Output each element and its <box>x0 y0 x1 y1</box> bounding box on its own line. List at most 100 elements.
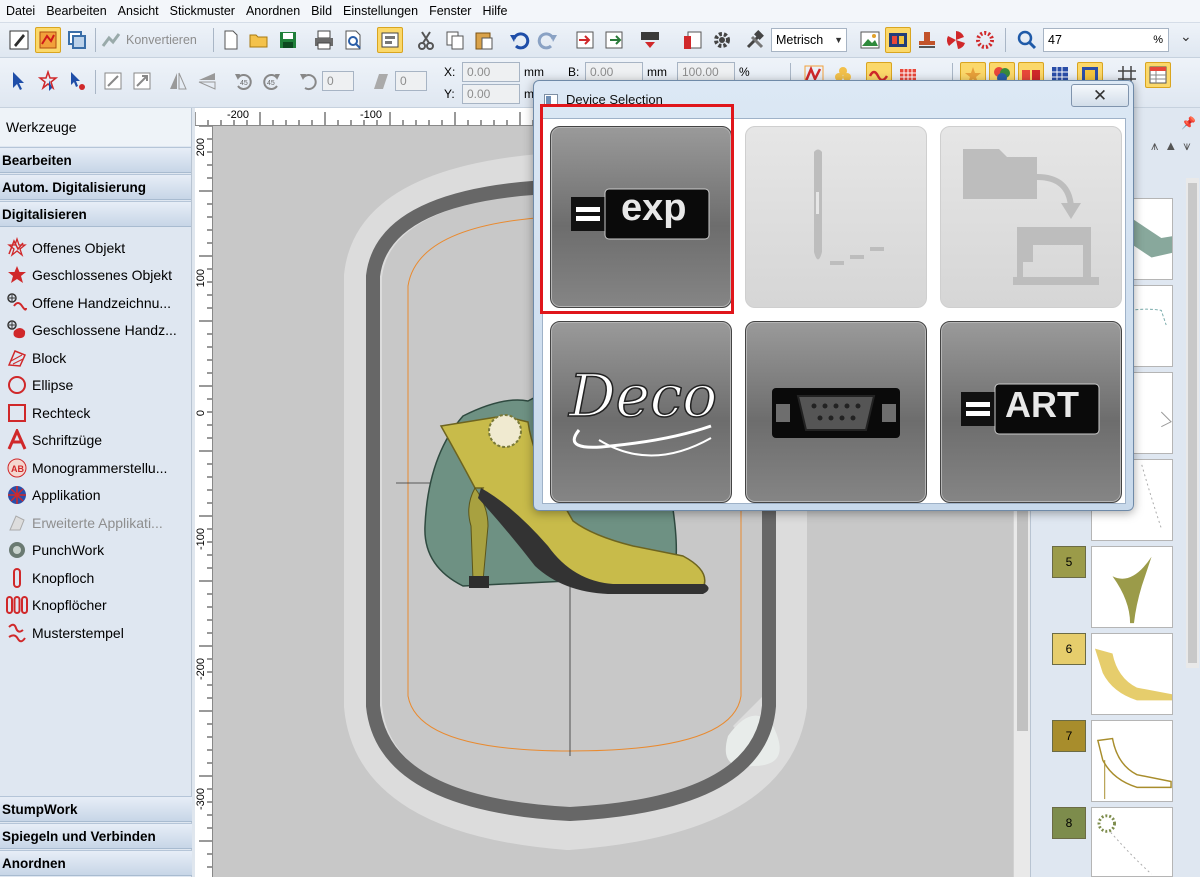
tool-offene-handzeichnu[interactable]: Offene Handzeichnu... <box>0 289 191 317</box>
tool-ellipse[interactable]: Ellipse <box>0 372 191 400</box>
tool-schriftzüge[interactable]: Schriftzüge <box>0 427 191 455</box>
slant-angle-input[interactable]: 0 <box>395 71 427 91</box>
show-hoop-button[interactable] <box>885 27 911 53</box>
sequence-scrollbar[interactable] <box>1186 178 1199 668</box>
menu-item-einstellungen[interactable]: Einstellungen <box>337 0 423 23</box>
zoom-button[interactable] <box>1014 27 1040 53</box>
move-up-icon[interactable]: ⩚ <box>1151 138 1158 154</box>
undo-button[interactable] <box>506 27 532 53</box>
tool-knopflöcher[interactable]: Knopflöcher <box>0 592 191 620</box>
rotate-angle-input[interactable]: 0 <box>322 71 354 91</box>
sequence-thumbnail[interactable] <box>1091 807 1173 877</box>
menu-item-ansicht[interactable]: Ansicht <box>112 0 164 23</box>
close-button[interactable]: ✕ <box>1071 84 1129 107</box>
reshape-button[interactable] <box>64 68 90 94</box>
panel-section-spiegeln-und-verbinden[interactable]: Spiegeln und Verbinden <box>0 823 192 849</box>
tool-geschlossenes-objekt[interactable]: Geschlossenes Objekt <box>0 262 191 290</box>
color-swatch[interactable]: 8 <box>1052 807 1086 839</box>
color-swatch[interactable]: 5 <box>1052 546 1086 578</box>
settings-button[interactable] <box>709 27 735 53</box>
tool-knopfloch[interactable]: Knopfloch <box>0 564 191 592</box>
tool-punchwork[interactable]: PunchWork <box>0 537 191 565</box>
tool-offenes-objekt[interactable]: Offenes Objekt <box>0 234 191 262</box>
tool-musterstempel[interactable]: Musterstempel <box>0 619 191 647</box>
open-file-button[interactable] <box>246 27 272 53</box>
edit-design-button[interactable] <box>6 27 32 53</box>
resize-button[interactable] <box>100 68 126 94</box>
fan-tool-button[interactable] <box>943 27 969 53</box>
point-edit-button[interactable] <box>35 68 61 94</box>
show-background-button[interactable] <box>857 27 883 53</box>
stamp-button[interactable] <box>914 27 940 53</box>
sequence-scrollbar-thumb[interactable] <box>1188 183 1197 663</box>
width-input[interactable]: 0.00 <box>585 62 643 82</box>
copy-button[interactable] <box>442 27 468 53</box>
units-select[interactable]: Metrisch ▼ <box>771 28 847 52</box>
pattern-tool-button[interactable] <box>972 27 998 53</box>
print-preview-button[interactable] <box>340 27 366 53</box>
new-file-button[interactable] <box>218 27 244 53</box>
x-position-input[interactable]: 0.00 <box>462 62 520 82</box>
y-position-input[interactable]: 0.00 <box>462 84 520 104</box>
sequence-thumbnail[interactable] <box>1091 633 1173 715</box>
menu-item-hilfe[interactable]: Hilfe <box>476 0 512 23</box>
device-tile-machine-needle[interactable] <box>745 126 927 308</box>
measure-button[interactable] <box>1145 62 1171 88</box>
redo-button[interactable] <box>535 27 561 53</box>
send-to-machine-button[interactable] <box>637 27 663 53</box>
print-button[interactable] <box>311 27 337 53</box>
export-button[interactable] <box>601 27 627 53</box>
panel-section-bearbeiten[interactable]: Bearbeiten <box>0 147 191 173</box>
tool-applikation[interactable]: Applikation <box>0 482 191 510</box>
slant-button[interactable] <box>368 68 394 94</box>
panel-section-anordnen[interactable]: Anordnen <box>0 850 192 876</box>
sequence-thumbnail[interactable] <box>1091 546 1173 628</box>
menu-item-fenster[interactable]: Fenster <box>423 0 476 23</box>
move-up-one-icon[interactable]: ▲ <box>1164 138 1177 154</box>
import-button[interactable] <box>572 27 598 53</box>
tool-rechteck[interactable]: Rechteck <box>0 399 191 427</box>
menu-item-datei[interactable]: Datei <box>0 0 40 23</box>
cut-button[interactable] <box>413 27 439 53</box>
scrollbar-thumb[interactable] <box>1017 506 1028 731</box>
mirror-horizontal-button[interactable] <box>194 68 220 94</box>
mirror-vertical-button[interactable] <box>165 68 191 94</box>
digitize-mode-button[interactable] <box>35 27 61 53</box>
tool-geschlossene-handz[interactable]: Geschlossene Handz... <box>0 317 191 345</box>
color-swatch[interactable]: 6 <box>1052 633 1086 665</box>
rotate-left-45-button[interactable]: 45 <box>230 68 256 94</box>
design-properties-button[interactable] <box>377 27 403 53</box>
rotate-right-45-button[interactable]: 45 <box>259 68 285 94</box>
select-tool-button[interactable] <box>6 68 32 94</box>
convert-button[interactable]: Konvertieren <box>100 27 197 53</box>
device-tile-deco[interactable]: Deco <box>550 321 732 503</box>
panel-section-digitalisieren[interactable]: Digitalisieren <box>0 201 191 227</box>
tool-block[interactable]: Block <box>0 344 191 372</box>
report-button[interactable] <box>680 27 706 53</box>
menu-item-anordnen[interactable]: Anordnen <box>240 0 305 23</box>
zoom-input[interactable]: 47 % <box>1043 28 1169 52</box>
color-swatch[interactable]: 7 <box>1052 720 1086 752</box>
paste-button[interactable] <box>471 27 497 53</box>
sequence-thumbnail[interactable] <box>1091 720 1173 802</box>
overlap-button[interactable] <box>64 27 90 53</box>
menu-item-stickmuster[interactable]: Stickmuster <box>164 0 240 23</box>
zoom-dropdown[interactable]: ⌄ <box>1180 28 1192 45</box>
tools-button[interactable] <box>742 27 768 53</box>
save-button[interactable] <box>275 27 301 53</box>
move-down-icon[interactable]: ⩛ <box>1183 138 1190 154</box>
device-tile-folder-machine[interactable] <box>940 126 1122 308</box>
pin-icon[interactable]: 📌 <box>1181 116 1196 130</box>
menu-item-bearbeiten[interactable]: Bearbeiten <box>40 0 111 23</box>
menu-item-bild[interactable]: Bild <box>305 0 337 23</box>
device-tile-exp[interactable]: exp <box>550 126 732 308</box>
width-percent-input[interactable]: 100.00 <box>677 62 735 82</box>
rotate-free-button[interactable] <box>295 68 321 94</box>
tool-monogrammerstellu[interactable]: AB Monogrammerstellu... <box>0 454 191 482</box>
device-tile-art[interactable]: ART <box>940 321 1122 503</box>
panel-section-stumpwork[interactable]: StumpWork <box>0 796 192 822</box>
tool-erweiterte-applikati[interactable]: Erweiterte Applikati... <box>0 509 191 537</box>
device-tile-serial-port[interactable] <box>745 321 927 503</box>
resize-proportional-button[interactable] <box>129 68 155 94</box>
panel-section-autom-digitalisierung[interactable]: Autom. Digitalisierung <box>0 174 191 200</box>
